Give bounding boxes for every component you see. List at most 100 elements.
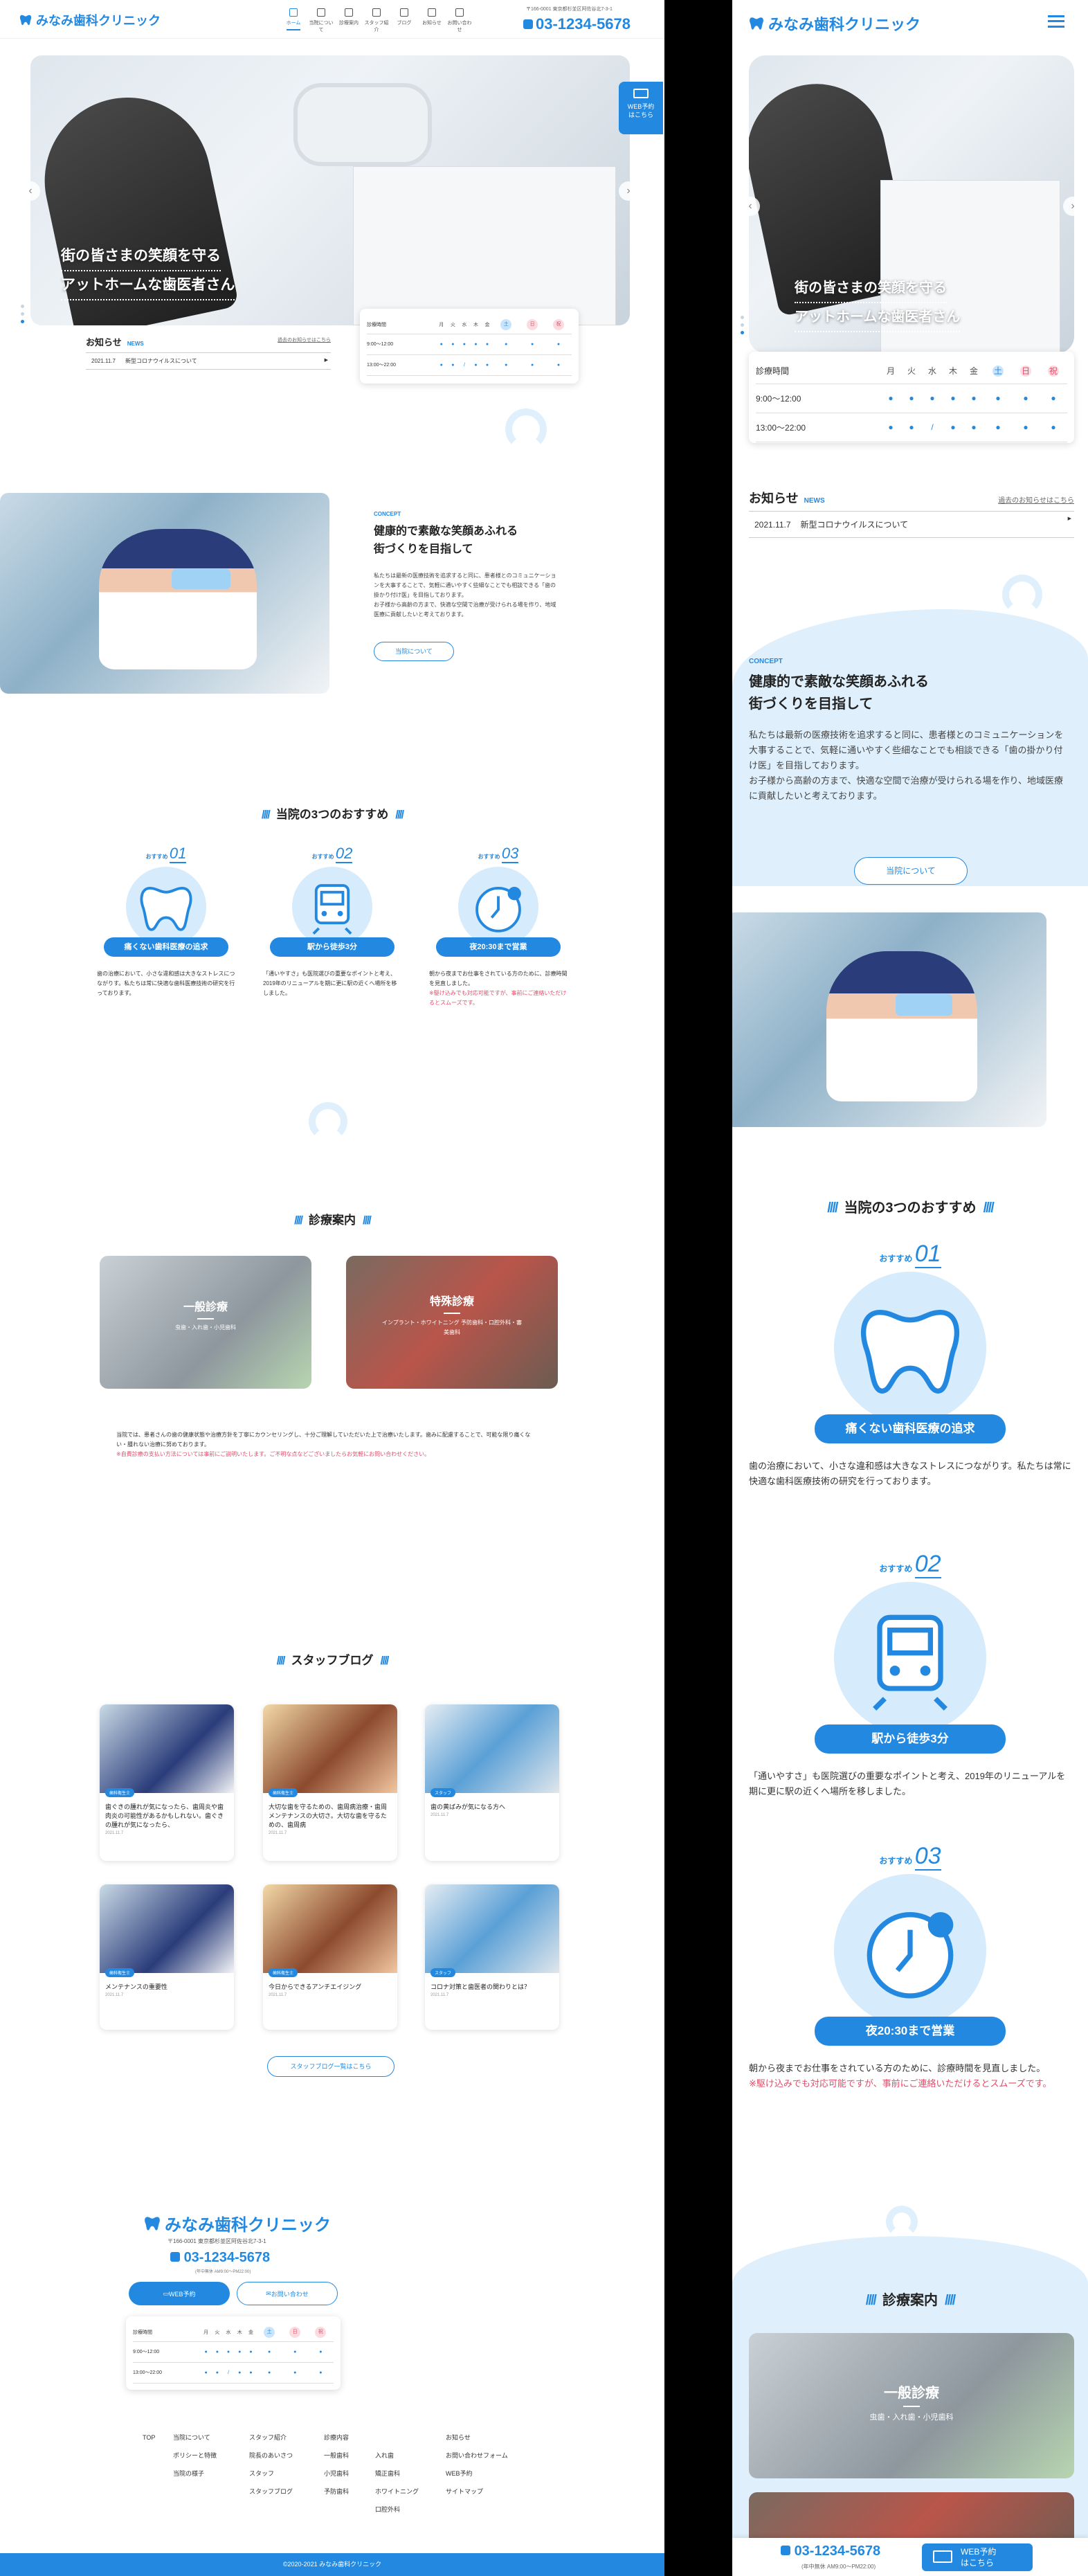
nav-home[interactable]: ホーム (280, 8, 307, 33)
blog-card[interactable]: スタッフ コロナ対策と歯医者の関わりとは？ 2021.11.7 (425, 1884, 559, 2030)
mobile-view: みなみ歯科クリニック 街の皆さまの笑顔を守る アットホームな歯医者さん ‹ › 診… (732, 0, 1088, 2576)
mail-icon: ✉ (266, 2289, 271, 2297)
recommend-title: ////当院の3つのおすすめ//// (261, 808, 404, 821)
nav-contact[interactable]: お問い合わせ (446, 8, 473, 33)
mobile-service-general[interactable]: 一般診療 虫歯・入れ歯・小児歯科 (749, 2333, 1074, 2478)
mobile-logo[interactable]: みなみ歯科クリニック (749, 12, 921, 35)
blog-thumbnail: スタッフ (425, 1884, 559, 1977)
blog-card[interactable]: 歯科衛生士 歯ぐきの腫れが気になったら、歯周炎や歯肉炎の可能性があるかもしれない。… (100, 1704, 234, 1861)
nav-about[interactable]: 当院について (307, 8, 335, 33)
clipboard-icon (345, 8, 353, 17)
footer-contact-button[interactable]: ✉ お問い合わせ (237, 2282, 338, 2305)
mobile-bottom-bar: 03-1234-5678 (年中無休 AM9:00〜PM22:00) WEB予約… (732, 2538, 1088, 2576)
header: みなみ歯科クリニック ホーム 当院について 診療案内 スタッフ紹介 ブログ お知… (0, 0, 664, 39)
footer-col-news: お知らせ お問い合わせフォーム WEB予約 サイトマップ (446, 2434, 508, 2495)
address: 〒166-0001 東京都杉並区阿佐谷北7-3-1 (526, 7, 613, 12)
train-icon (292, 867, 372, 947)
desktop-view: みなみ歯科クリニック ホーム 当院について 診療案内 スタッフ紹介 ブログ お知… (0, 0, 664, 2576)
mobile-concept-block: CONCEPT 健康的で素敵な笑顔あふれる 街づくりを目指して 私たちは最新の医療… (749, 658, 1064, 801)
hero-next-arrow[interactable]: › (619, 181, 638, 201)
clinic-logo[interactable]: みなみ歯科クリニック (19, 11, 161, 29)
mobile-hours-table: 診療時間月火水木金土日祝 9:00〜12:00 ● ● ● ● ● ● ● ● 13:00〜22… (749, 352, 1074, 443)
hero-prev-arrow[interactable]: ‹ (21, 181, 40, 201)
hamburger-menu-icon[interactable] (1048, 15, 1064, 28)
mobile-news-more-link[interactable]: 過去のお知らせはこちら (998, 494, 1074, 505)
recommend-item-2: おすすめ 02 駅から徒歩3分 「通いやすさ」も医院選びの重要なポイントと考え、… (263, 845, 397, 996)
blog-card[interactable]: 歯科衛生士 今日からできるアンチエイジング 2021.11.7 (263, 1884, 397, 2030)
mobile-news-block: お知らせ NEWS 過去のお知らせはこちら 2021.11.7 新型コロナウイルスに… (749, 489, 1074, 538)
mobile-recommend-1: おすすめ 01 痛くない歯科医療の追求 歯の治療において、小さな違和感は大きなス… (749, 1241, 1071, 1486)
sparkle-decoration: ✦ (14, 1496, 32, 1519)
news-more-link[interactable]: 過去のお知らせはこちら (278, 336, 331, 343)
services-note: 当院では、患者さんの歯の健康状態や治療方針を丁寧にカウンセリングし、十分ご理解し… (100, 1412, 558, 1486)
mobile-recommend-2: おすすめ 02 駅から徒歩3分 「通いやすさ」も医院選びの重要なポイントと考え、… (749, 1551, 1066, 1796)
footer-logo[interactable]: みなみ歯科クリニック (144, 2211, 331, 2235)
footer-col-staff: スタッフ紹介 院長のあいさつ スタッフ スタッフブログ (249, 2434, 293, 2495)
footer-col-services: 診療内容 一般歯科 小児歯科 予防歯科 (324, 2434, 350, 2495)
footer-link-top[interactable]: TOP (143, 2429, 155, 2447)
sparkle-decoration: ✦ (743, 2195, 758, 2214)
footer-web-reserve-button[interactable]: ▭ WEB予約 (129, 2282, 230, 2305)
phone-icon (170, 2252, 180, 2262)
footer-phone[interactable]: 03-1234-5678 (170, 2250, 270, 2266)
building-icon (317, 8, 325, 17)
ring-decoration (1002, 575, 1042, 615)
staff-icon (372, 8, 381, 17)
about-button[interactable]: 当院について (374, 642, 454, 661)
news-item[interactable]: 2021.11.7 新型コロナウイルスについて (86, 352, 331, 370)
mobile-bar-phone[interactable]: 03-1234-5678 (781, 2543, 880, 2559)
service-special[interactable]: 特殊診療 インプラント・ホワイトニング 予防歯科・口腔外科・審美歯科 (346, 1256, 558, 1389)
sparkle-decoration: ✦ (753, 582, 777, 613)
mobile-recommend-3: おすすめ 03 夜20:30まで営業 朝から夜までお仕事をされている方のために、… (749, 1843, 1052, 2089)
mobile-hero-dots[interactable] (741, 316, 744, 334)
sparkle-decoration: ✦ (609, 1474, 633, 1504)
ring-decoration (886, 2206, 918, 2237)
mobile-about-button[interactable]: 当院について (854, 857, 968, 885)
recommend-item-3: おすすめ 03 夜20:30まで営業 朝から夜までお仕事をされている方のために、… (429, 845, 568, 1006)
monitor-icon: ▭ (163, 2289, 169, 2297)
mobile-concept-photo (732, 912, 1046, 1127)
mobile-bar-web-reserve[interactable]: WEB予約 はこちら (922, 2543, 1033, 2571)
phone-number[interactable]: 03-1234-5678 (523, 15, 631, 33)
ring-decoration (309, 1102, 347, 1141)
mobile-news-item[interactable]: 2021.11.7 新型コロナウイルスについて (749, 511, 1074, 538)
blog-thumbnail: 歯科衛生士 (100, 1884, 234, 1977)
recommend-item-1: おすすめ 01 痛くない歯科医療の追求 歯の治療において、小さな違和感は大きなス… (97, 845, 235, 996)
nav-staff[interactable]: スタッフ紹介 (363, 8, 390, 33)
blog-card[interactable]: スタッフ 歯の黄ばみが気になる方へ 2021.11.7 (425, 1704, 559, 1861)
hero-photo-cabinet (353, 166, 616, 325)
mobile-hero-prev[interactable]: ‹ (741, 197, 760, 216)
train-icon (834, 1582, 986, 1734)
services-title: ////診療案内//// (294, 1214, 372, 1227)
tooth-logo-icon (145, 2216, 160, 2231)
blog-card[interactable]: 歯科衛生士 メンテナンスの重要性 2021.11.7 (100, 1884, 234, 2030)
footer-card: みなみ歯科クリニック 〒166-0001 東京都杉並区阿佐谷北7-3-1 03-… (101, 2192, 559, 2413)
sparkle-decoration: ✦ (28, 1101, 51, 1132)
tooth-icon (834, 1272, 986, 1424)
clinic-name: みなみ歯科クリニック (36, 14, 161, 28)
hero-dots[interactable] (21, 305, 24, 323)
mobile-hero-slider: 街の皆さまの笑顔を守る アットホームな歯医者さん (749, 55, 1074, 353)
mobile-hero-next[interactable]: › (1063, 197, 1082, 216)
service-general[interactable]: 一般診療 虫歯・入れ歯・小児歯科 (100, 1256, 311, 1389)
mail-icon (455, 8, 464, 17)
blog-list-button[interactable]: スタッフブログ一覧はこちら (267, 2056, 395, 2077)
web-reserve-button[interactable]: WEB予約 はこちら (619, 82, 663, 134)
mobile-recommend-title: ////当院の3つのおすすめ//// (827, 1200, 995, 1216)
clock-icon (834, 1874, 986, 2026)
nav-services[interactable]: 診療案内 (335, 8, 363, 33)
copyright: ©2020-2021 みなみ歯科クリニック (0, 2553, 664, 2576)
blog-card[interactable]: 歯科衛生士 大切な歯を守るための、歯周病治療・歯周メンテナンスの大切さ。大切な歯を… (263, 1704, 397, 1861)
nav-blog[interactable]: ブログ (390, 8, 418, 33)
nav-news[interactable]: お知らせ (418, 8, 446, 33)
blog-thumbnail: 歯科衛生士 (263, 1884, 397, 1977)
clock-icon (458, 867, 538, 947)
blog-thumbnail: 歯科衛生士 (263, 1704, 397, 1797)
phone-icon (781, 2546, 790, 2555)
tooth-logo-icon (19, 15, 32, 26)
sparkle-decoration: ✦ (609, 1122, 627, 1145)
blog-thumbnail: 歯科衛生士 (100, 1704, 234, 1797)
footer-col-services-2: 入れ歯 矯正歯科 ホワイトニング 口腔外科 (375, 2452, 419, 2513)
footer-hours-table: 診療時間月火水木金土日祝 9:00〜12:00 ● ● ● ● ● ● ● ● 13:00〜22… (126, 2316, 341, 2390)
tooth-logo-icon (750, 17, 763, 30)
